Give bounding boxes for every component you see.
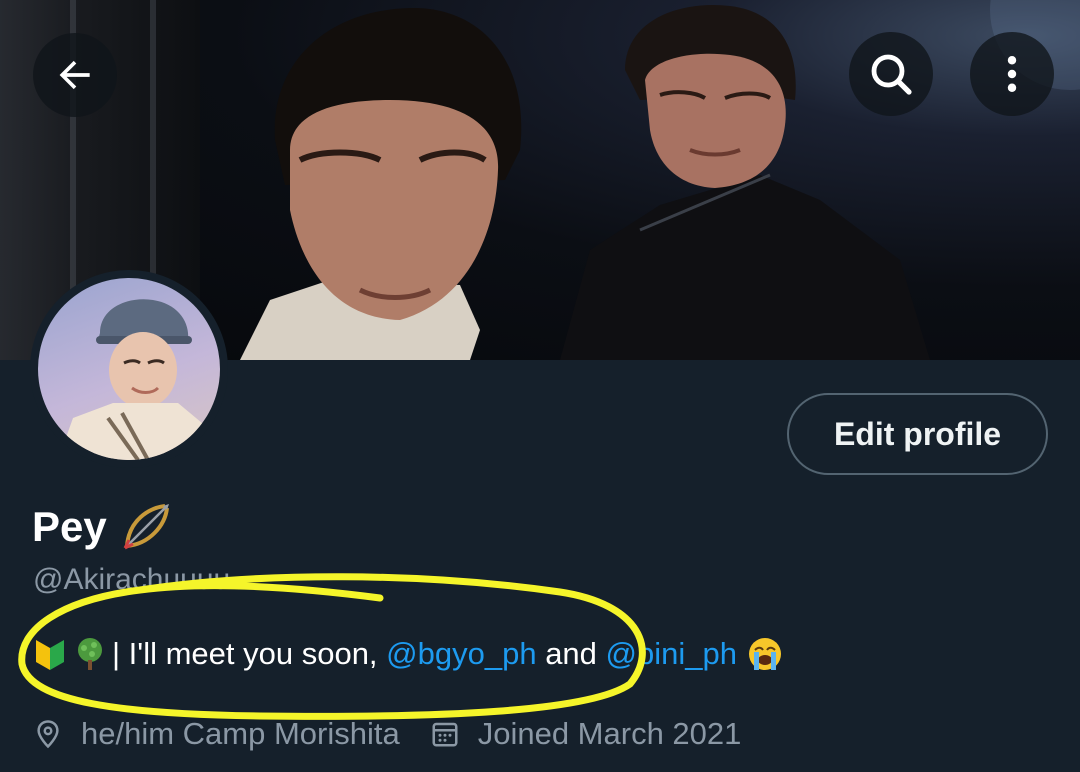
display-name: Pey	[32, 500, 173, 554]
profile-joined-date: Joined March 2021	[477, 716, 742, 751]
location-pin-icon	[37, 720, 59, 749]
arrow-left-icon	[59, 60, 90, 90]
profile-bio: | I'll meet you soon, @bgyo_ph and @bini…	[32, 636, 787, 672]
bio-text-before: | I'll meet you soon,	[112, 636, 387, 671]
profile-meta: he/him Camp Morishita Joined March 2021	[33, 716, 741, 752]
tree-emoji	[78, 638, 102, 670]
search-button[interactable]	[849, 32, 933, 116]
avatar-image	[38, 278, 220, 460]
mention-link-bgyo[interactable]: @bgyo_ph	[386, 636, 536, 672]
bow-and-arrow-emoji	[123, 504, 169, 550]
calendar-icon	[432, 722, 458, 747]
profile-page: Edit profile Pey @Akirachuuuu | I'll mee…	[0, 0, 1080, 772]
search-icon	[871, 54, 912, 95]
back-button[interactable]	[33, 33, 117, 117]
japanese-beginner-symbol-emoji	[36, 640, 64, 670]
bio-text-middle: and	[536, 636, 606, 671]
more-vertical-icon	[1007, 56, 1017, 92]
user-handle: @Akirachuuuu	[33, 563, 231, 596]
loudly-crying-face-emoji	[748, 638, 781, 670]
mention-link-bini[interactable]: @bini_ph	[606, 636, 737, 672]
edit-profile-button[interactable]: Edit profile	[787, 393, 1048, 475]
profile-location: he/him Camp Morishita	[81, 716, 400, 751]
avatar[interactable]	[30, 270, 228, 468]
display-name-text: Pey	[32, 503, 107, 550]
more-options-button[interactable]	[970, 32, 1054, 116]
